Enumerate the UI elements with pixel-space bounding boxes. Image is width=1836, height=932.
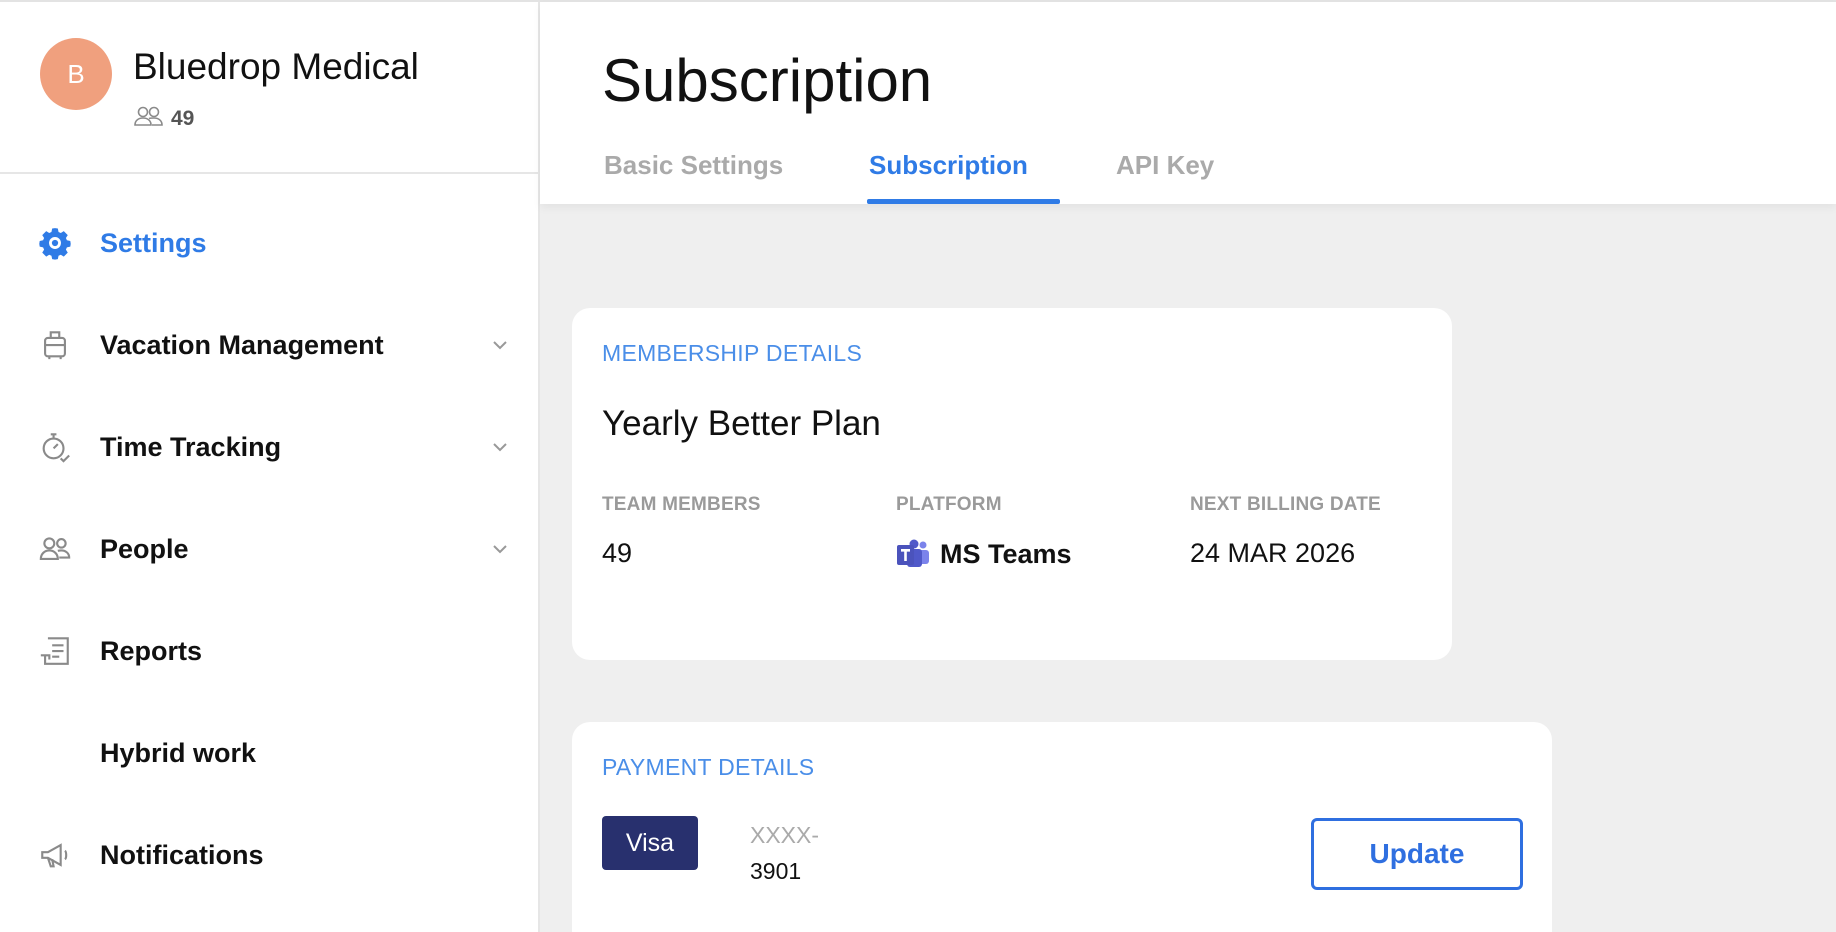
billing-date-label: NEXT BILLING DATE <box>1190 494 1381 515</box>
megaphone-icon <box>38 838 72 872</box>
chevron-down-icon[interactable] <box>488 333 512 357</box>
platform-label: PLATFORM <box>896 494 1002 515</box>
tab-basic-settings[interactable]: Basic Settings <box>604 150 783 204</box>
team-members-label: TEAM MEMBERS <box>602 494 761 515</box>
ms-teams-icon <box>897 539 929 567</box>
stopwatch-icon <box>38 430 72 464</box>
member-count: 49 <box>133 104 194 134</box>
team-members-field: TEAM MEMBERS 49 <box>602 494 761 569</box>
payment-section-title: PAYMENT DETAILS <box>602 754 815 780</box>
sidebar-nav: Settings Vacation Management Time Tracki… <box>0 192 538 906</box>
main-content: Subscription Basic Settings Subscription… <box>540 2 1836 932</box>
billing-date-value: 24 MAR 2026 <box>1190 538 1356 568</box>
gear-icon <box>38 226 72 260</box>
tab-subscription[interactable]: Subscription <box>867 150 1060 204</box>
sidebar-item-label: Hybrid work <box>100 737 257 768</box>
sidebar-item-hybrid-work[interactable]: Hybrid work <box>0 702 538 804</box>
sidebar-item-time-tracking[interactable]: Time Tracking <box>0 396 538 498</box>
report-icon <box>38 634 72 668</box>
platform-name: MS Teams <box>940 538 1072 569</box>
sidebar-item-reports[interactable]: Reports <box>0 600 538 702</box>
membership-card: MEMBERSHIP DETAILS Yearly Better Plan TE… <box>572 308 1452 660</box>
sidebar-item-label: Time Tracking <box>100 431 282 462</box>
sidebar: B Bluedrop Medical 49 Settings Vacation … <box>0 2 540 932</box>
payment-card: PAYMENT DETAILS Visa XXXX- 3901 Update <box>572 722 1552 932</box>
sidebar-item-label: Notifications <box>100 839 264 870</box>
page-title: Subscription <box>602 47 933 114</box>
plan-name: Yearly Better Plan <box>602 404 881 443</box>
sidebar-item-settings[interactable]: Settings <box>0 192 538 294</box>
chevron-down-icon[interactable] <box>488 537 512 561</box>
sidebar-item-label: Settings <box>100 227 207 258</box>
membership-section-title: MEMBERSHIP DETAILS <box>602 340 863 366</box>
update-payment-button[interactable]: Update <box>1311 818 1523 890</box>
people-icon <box>133 104 165 134</box>
sidebar-item-people[interactable]: People <box>0 498 538 600</box>
tab-api-key[interactable]: API Key <box>1116 150 1214 204</box>
card-brand-badge: Visa <box>602 816 698 870</box>
billing-date-field: NEXT BILLING DATE 24 MAR 2026 <box>1190 494 1381 569</box>
member-count-value: 49 <box>171 107 195 130</box>
sidebar-item-notifications[interactable]: Notifications <box>0 804 538 906</box>
chevron-down-icon[interactable] <box>488 435 512 459</box>
page-header: Subscription Basic Settings Subscription… <box>540 2 1836 204</box>
tab-bar: Basic Settings Subscription API Key <box>540 150 1836 204</box>
sidebar-item-vacation-management[interactable]: Vacation Management <box>0 294 538 396</box>
platform-field: PLATFORM MS Teams <box>896 494 1072 570</box>
platform-value: MS Teams <box>896 538 1072 570</box>
people-icon <box>38 532 72 566</box>
luggage-icon <box>38 328 72 362</box>
avatar[interactable]: B <box>40 38 112 110</box>
org-name: Bluedrop Medical <box>133 46 419 87</box>
team-members-value: 49 <box>602 538 633 568</box>
card-number-mask: XXXX- <box>750 822 820 848</box>
sidebar-item-label: People <box>100 533 189 564</box>
card-last-four: 3901 <box>750 858 802 884</box>
sidebar-item-label: Reports <box>100 635 203 666</box>
sidebar-item-label: Vacation Management <box>100 329 384 360</box>
org-header: B Bluedrop Medical 49 <box>0 2 538 174</box>
